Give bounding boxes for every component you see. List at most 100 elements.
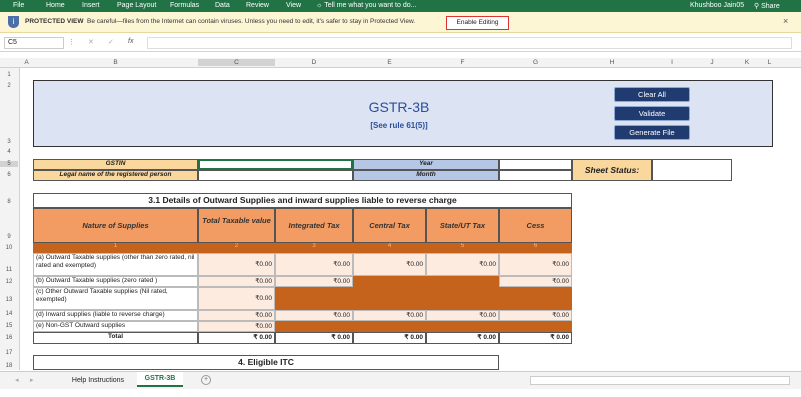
table-cell[interactable]: ₹0.00 [499,310,572,321]
table-cell[interactable]: ₹0.00 [353,253,426,276]
prev-sheet-icon[interactable]: ◂ [15,376,19,384]
row-headers: 1 2 3 4 5 6 8 9 10 11 12 13 14 15 16 17 … [0,68,20,370]
column-headers: A B C D E F G H I J K L [0,58,801,68]
total-cell: ₹ 0.00 [275,332,353,344]
col-number-1: 1 [113,243,118,249]
row-13[interactable]: 13 [0,297,18,303]
table-cell[interactable]: ₹0.00 [198,276,275,287]
row-2[interactable]: 2 [0,83,18,89]
protected-view-bar: i PROTECTED VIEW Be careful—files from t… [0,12,801,33]
tab-data[interactable]: Data [215,2,230,9]
tab-file[interactable]: File [13,2,24,9]
row-3[interactable]: 3 [0,139,18,145]
row-1[interactable]: 1 [0,72,18,78]
col-e[interactable]: E [353,59,426,66]
row-b-label: (b) Outward Taxable supplies (zero rated… [33,276,198,287]
table-cell[interactable]: ₹0.00 [275,310,353,321]
row-5[interactable]: 5 [0,161,18,167]
month-input[interactable] [499,170,572,181]
validate-button[interactable]: Validate [614,106,690,121]
tab-insert[interactable]: Insert [82,2,100,9]
formula-input[interactable] [147,37,792,49]
row-10[interactable]: 10 [0,245,18,251]
share-button[interactable]: ⚲ Share [754,2,780,10]
table-cell[interactable]: ₹0.00 [275,253,353,276]
tab-page-layout[interactable]: Page Layout [117,2,156,9]
fx-icon[interactable]: fx [128,38,133,45]
table-cell[interactable]: ₹0.00 [198,253,275,276]
col-i[interactable]: I [652,59,692,66]
col-j[interactable]: J [692,59,732,66]
tell-me-box[interactable]: ☼ Tell me what you want to do... [316,2,416,9]
col-d[interactable]: D [275,59,353,66]
row-16[interactable]: 16 [0,335,18,341]
table-cell[interactable]: ₹0.00 [426,253,499,276]
formula-bar: C5 ⋮ ✕ ✓ fx [0,34,801,52]
disabled-cell [275,321,572,332]
header-taxable-value: Total Taxable value [198,208,275,243]
row-17[interactable]: 17 [0,350,18,356]
row-18[interactable]: 18 [0,363,18,369]
col-number-3: 3 [312,243,316,249]
legal-name-input[interactable] [198,170,353,181]
col-number-2: 2 [234,243,239,249]
row-11[interactable]: 11 [0,267,18,273]
row-14[interactable]: 14 [0,311,18,317]
row-15[interactable]: 15 [0,323,18,329]
col-a[interactable]: A [20,59,33,66]
tab-view[interactable]: View [286,2,301,9]
col-c[interactable]: C [198,59,275,66]
close-icon[interactable]: × [783,16,788,26]
enable-editing-button[interactable]: Enable Editing [446,16,509,30]
horizontal-scrollbar[interactable] [530,376,790,385]
row-12[interactable]: 12 [0,279,18,285]
tab-review[interactable]: Review [246,2,269,9]
table-cell[interactable]: ₹0.00 [499,276,572,287]
total-label: Total [33,332,198,344]
table-cell[interactable]: ₹0.00 [198,321,275,332]
header-nature: Nature of Supplies [33,208,198,243]
cancel-icon[interactable]: ✕ [88,38,94,46]
col-h[interactable]: H [572,59,652,66]
generate-file-button[interactable]: Generate File [614,125,690,140]
header-cess: Cess [499,208,572,243]
sheet-tab-bar: ◂ ▸ Help Instructions GSTR-3B + [0,371,801,389]
total-cell: ₹ 0.00 [499,332,572,344]
col-k[interactable]: K [732,59,762,66]
name-box[interactable]: C5 [4,37,64,49]
table-cell[interactable]: ₹0.00 [353,310,426,321]
table-cell[interactable]: ₹0.00 [499,253,572,276]
table-cell[interactable]: ₹0.00 [198,310,275,321]
table-cell[interactable]: ₹0.00 [275,276,353,287]
row-8[interactable]: 8 [0,199,18,205]
row-6[interactable]: 6 [0,172,18,178]
table-cell[interactable]: ₹0.00 [198,287,275,310]
more-icon[interactable]: ⋮ [68,38,75,46]
protected-view-label: PROTECTED VIEW [25,18,84,25]
year-input[interactable] [499,159,572,170]
tab-home[interactable]: Home [46,2,65,9]
sheet-status-value [652,159,732,181]
sheet-status-label: Sheet Status: [572,159,652,181]
tab-formulas[interactable]: Formulas [170,2,199,9]
gstin-input[interactable] [198,159,353,170]
col-l[interactable]: L [762,59,777,66]
sheet-tab-help[interactable]: Help Instructions [62,374,134,387]
sheet-tab-gstr3b[interactable]: GSTR-3B [137,372,183,387]
tell-me-text: Tell me what you want to do... [324,2,417,9]
col-number-4: 4 [387,243,392,249]
col-b[interactable]: B [33,59,198,66]
next-sheet-icon[interactable]: ▸ [30,376,34,384]
col-g[interactable]: G [499,59,572,66]
row-4[interactable]: 4 [0,149,18,155]
person-icon: ⚲ [754,3,760,10]
protected-view-message: Be careful—files from the Internet can c… [87,18,416,25]
shield-icon: i [8,16,19,28]
header-central-tax: Central Tax [353,208,426,243]
clear-all-button[interactable]: Clear All [614,87,690,102]
add-sheet-icon[interactable]: + [201,375,211,385]
check-icon[interactable]: ✓ [108,38,114,46]
col-f[interactable]: F [426,59,499,66]
row-9[interactable]: 9 [0,234,18,240]
table-cell[interactable]: ₹0.00 [426,310,499,321]
